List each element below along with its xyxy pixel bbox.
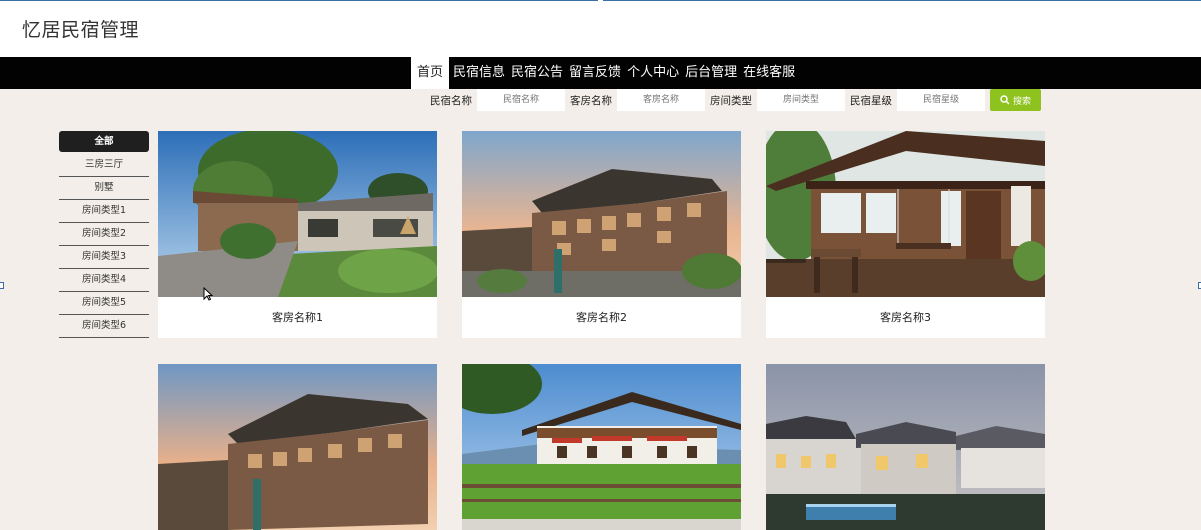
- star-rating-input[interactable]: [897, 89, 985, 111]
- alpine-chalet-photo: [462, 364, 741, 530]
- search-icon: [1000, 95, 1010, 105]
- room-name-input[interactable]: [617, 89, 705, 111]
- sidebar-item-room-type-6[interactable]: 房间类型6: [59, 315, 149, 338]
- sidebar-item-room-type-5[interactable]: 房间类型5: [59, 292, 149, 315]
- nav-item-homestay-info[interactable]: 民宿信息: [451, 57, 507, 89]
- room-name: 客房名称1: [272, 311, 323, 324]
- nav-item-customer-service[interactable]: 在线客服: [741, 57, 797, 89]
- category-sidebar: 全部 三房三厅 别墅 房间类型1 房间类型2 房间类型3 房间类型4 房间类型5…: [59, 131, 149, 338]
- nav-item-home[interactable]: 首页: [411, 57, 450, 89]
- site-title: 忆居民宿管理: [22, 19, 140, 41]
- resize-handle[interactable]: [0, 282, 4, 289]
- search-bar: 民宿名称 客房名称 房间类型 民宿星级 搜索: [430, 89, 1041, 111]
- room-name: 客房名称3: [880, 311, 931, 324]
- room-card[interactable]: [766, 364, 1045, 530]
- main-navbar: 首页 民宿信息 民宿公告 留言反馈 个人中心 后台管理 在线客服: [0, 57, 1201, 89]
- wooden-guesthouse-photo: [158, 364, 437, 530]
- room-card[interactable]: 客房名称2: [462, 131, 741, 338]
- room-card[interactable]: 客房名称3: [766, 131, 1045, 338]
- nav-item-profile[interactable]: 个人中心: [625, 57, 681, 89]
- nav-item-feedback[interactable]: 留言反馈: [567, 57, 623, 89]
- sidebar-item-room-type-4[interactable]: 房间类型4: [59, 269, 149, 292]
- room-card[interactable]: [158, 364, 437, 530]
- dusk-villas-photo: [766, 364, 1045, 530]
- search-button-label: 搜索: [1012, 96, 1031, 107]
- room-name: 客房名称2: [576, 311, 627, 324]
- sidebar-item-villa[interactable]: 别墅: [59, 177, 149, 200]
- room-name-label: 客房名称: [570, 94, 612, 107]
- room-type-label: 房间类型: [710, 94, 752, 107]
- homestay-name-label: 民宿名称: [430, 94, 472, 107]
- star-rating-label: 民宿星级: [850, 94, 892, 107]
- courtyard-house-photo: [158, 131, 437, 297]
- room-card[interactable]: 客房名称1: [158, 131, 437, 338]
- sidebar-item-room-type-3[interactable]: 房间类型3: [59, 246, 149, 269]
- sidebar-item-room-type-1[interactable]: 房间类型1: [59, 200, 149, 223]
- nav-item-admin[interactable]: 后台管理: [683, 57, 739, 89]
- wooden-guesthouse-photo: [462, 131, 741, 297]
- sidebar-item-room-type-2[interactable]: 房间类型2: [59, 223, 149, 246]
- homestay-name-input[interactable]: [477, 89, 565, 111]
- room-type-input[interactable]: [757, 89, 845, 111]
- sidebar-item-three-bedroom[interactable]: 三房三厅: [59, 154, 149, 177]
- room-card[interactable]: [462, 364, 741, 530]
- site-header: 忆居民宿管理: [0, 1, 1201, 57]
- porch-swing-cabin-photo: [766, 131, 1045, 297]
- nav-item-announcements[interactable]: 民宿公告: [509, 57, 565, 89]
- search-button[interactable]: 搜索: [990, 89, 1041, 111]
- sidebar-item-all[interactable]: 全部: [59, 131, 149, 152]
- mouse-cursor-icon: [203, 287, 213, 301]
